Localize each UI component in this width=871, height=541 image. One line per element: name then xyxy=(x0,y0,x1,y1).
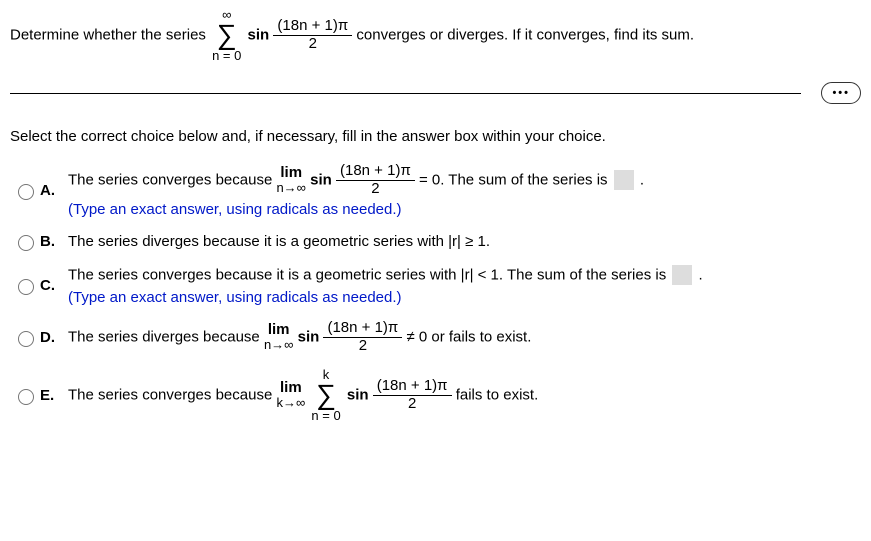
sigma-symbol: ∞ ∑ n = 0 xyxy=(212,8,241,62)
choice-a: A. The series converges because lim n→∞ … xyxy=(10,163,861,218)
limit-d: lim n→∞ xyxy=(264,322,294,353)
more-button[interactable]: ••• xyxy=(821,82,861,104)
label-c: C. xyxy=(40,277,68,294)
text-d: The series diverges because lim n→∞ sin … xyxy=(68,320,861,354)
label-a: A. xyxy=(40,182,68,199)
instruction-text: Select the correct choice below and, if … xyxy=(10,128,861,145)
question-part2: converges or diverges. If it converges, … xyxy=(356,27,694,44)
text-c: The series converges because it is a geo… xyxy=(68,265,861,306)
sigma-e: k ∑ n = 0 xyxy=(311,368,340,422)
text-b: The series diverges because it is a geom… xyxy=(68,233,861,250)
choice-c: C. The series converges because it is a … xyxy=(10,265,861,306)
radio-c[interactable] xyxy=(18,279,34,295)
answer-box-c[interactable] xyxy=(672,265,692,285)
limit-e: lim k→∞ xyxy=(276,380,305,411)
answer-box-a[interactable] xyxy=(614,170,634,190)
radio-a[interactable] xyxy=(18,184,34,200)
text-a: The series converges because lim n→∞ sin… xyxy=(68,163,861,218)
divider-line xyxy=(10,93,801,94)
label-d: D. xyxy=(40,329,68,346)
limit-a: lim n→∞ xyxy=(276,165,306,196)
question-part1: Determine whether the series xyxy=(10,27,210,44)
fraction: (18n + 1)π 2 xyxy=(273,18,352,52)
hint-a: (Type an exact answer, using radicals as… xyxy=(68,201,402,218)
choice-d: D. The series diverges because lim n→∞ s… xyxy=(10,320,861,354)
text-e: The series converges because lim k→∞ k ∑… xyxy=(68,368,861,422)
hint-c: (Type an exact answer, using radicals as… xyxy=(68,289,402,306)
question-text: Determine whether the series ∞ ∑ n = 0 s… xyxy=(10,8,861,62)
choice-b: B. The series diverges because it is a g… xyxy=(10,232,861,251)
label-e: E. xyxy=(40,387,68,404)
sin-func: sin xyxy=(248,27,270,44)
choice-e: E. The series converges because lim k→∞ … xyxy=(10,368,861,422)
radio-b[interactable] xyxy=(18,235,34,251)
divider-row: ••• xyxy=(10,82,861,104)
radio-d[interactable] xyxy=(18,331,34,347)
radio-e[interactable] xyxy=(18,389,34,405)
more-icon: ••• xyxy=(832,88,850,99)
label-b: B. xyxy=(40,233,68,250)
